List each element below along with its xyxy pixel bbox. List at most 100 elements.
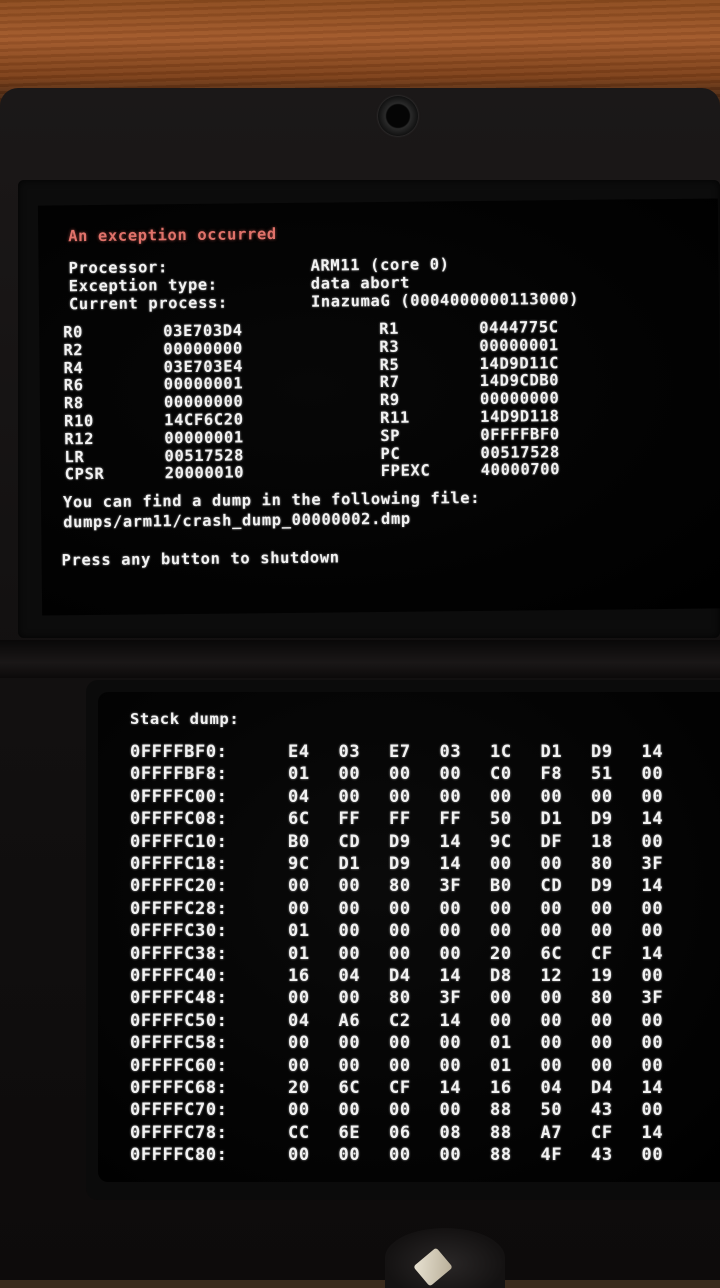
stack-byte: D4 (389, 966, 411, 986)
stack-byte: 00 (540, 898, 563, 919)
stack-byte: 14 (641, 1078, 664, 1098)
top-screen: An exception occurred Processor: ARM11 (c… (37, 198, 720, 616)
stack-byte: CF (591, 1122, 613, 1143)
stack-byte: 00 (490, 786, 512, 807)
stack-byte: 00 (338, 1145, 361, 1166)
stack-byte: D1 (540, 742, 563, 762)
register-name: R6 (63, 376, 84, 395)
stack-byte: D8 (490, 966, 512, 986)
register-name: R4 (63, 358, 84, 377)
stack-dump-row: 0FFFFC30: 01 00 00 00 00 00 00 00 (130, 921, 692, 941)
stack-byte: 00 (439, 1100, 462, 1121)
register-value: 0FFFFBF0 (480, 424, 560, 444)
stack-byte: 16 (288, 966, 310, 986)
register-name: PC (380, 444, 401, 463)
stack-byte: D9 (591, 809, 613, 830)
stack-byte: 00 (641, 1010, 664, 1031)
stack-byte: FF (389, 809, 411, 830)
stack-byte: DF (540, 831, 563, 852)
register-spacer (284, 445, 380, 464)
stack-byte: 00 (540, 1010, 563, 1031)
stack-byte: 43 (591, 1145, 613, 1166)
stack-byte: 14 (439, 831, 462, 852)
stack-address: 0FFFFBF0: (130, 742, 228, 762)
stack-byte: 3F (641, 988, 664, 1009)
stack-byte: 00 (338, 988, 361, 1009)
stack-dump-row: 0FFFFBF8: 01 00 00 00 C0 F8 51 00 (130, 764, 692, 784)
stack-address: 0FFFFC38: (130, 943, 228, 964)
stack-byte: 14 (439, 1010, 462, 1031)
register-value: 0444775C (479, 318, 559, 337)
stack-address: 0FFFFC30: (130, 921, 228, 942)
stack-dump-row: 0FFFFC80: 00 00 00 00 88 4F 43 00 (130, 1145, 692, 1165)
stack-byte: C0 (490, 764, 512, 785)
register-spacer (284, 427, 380, 446)
stack-byte: 14 (439, 966, 462, 986)
stack-dump-row: 0FFFFC20: 00 00 80 3F B0 CD D9 14 (130, 876, 692, 896)
stack-dump-row: 0FFFFC08: 6C FF FF FF 50 D1 D9 14 (130, 809, 692, 829)
stack-byte: 18 (591, 831, 613, 852)
stack-byte: 00 (490, 854, 512, 874)
stack-byte: 00 (641, 786, 664, 807)
stack-byte: CD (540, 876, 563, 897)
stack-byte: 14 (641, 876, 664, 897)
stack-byte: D1 (540, 809, 563, 830)
stack-byte: CD (338, 831, 361, 852)
stack-byte: C2 (389, 1010, 411, 1031)
register-value: 00000000 (163, 339, 243, 359)
stack-byte: 00 (288, 1033, 310, 1054)
stack-byte: 00 (439, 943, 462, 964)
register-value: 03E703D4 (163, 321, 243, 341)
stack-byte: D1 (338, 854, 361, 874)
stack-byte: 00 (641, 764, 664, 785)
dump-path: dumps/arm11/crash_dump_00000002.dmp (63, 509, 411, 532)
stack-byte: 14 (439, 854, 462, 874)
register-value: 00000001 (479, 335, 559, 355)
stack-byte: FF (338, 809, 361, 830)
stack-byte: 00 (641, 1145, 664, 1166)
stack-byte: 00 (439, 786, 462, 807)
stack-byte: 00 (288, 1145, 310, 1166)
stack-byte: 3F (641, 854, 664, 874)
stack-byte: 19 (591, 966, 613, 986)
stack-address: 0FFFFC18: (130, 854, 228, 874)
stack-byte: 80 (389, 876, 411, 897)
stack-byte: 00 (389, 1033, 411, 1054)
stack-dump-row: 0FFFFC40: 16 04 D4 14 D8 12 19 00 (130, 966, 692, 986)
stack-byte: 88 (490, 1100, 512, 1121)
stack-byte: 00 (540, 1055, 563, 1076)
stack-byte: 80 (389, 988, 411, 1009)
stack-address: 0FFFFC60: (130, 1055, 228, 1076)
stack-byte: 88 (490, 1145, 512, 1166)
register-name: R10 (64, 411, 95, 431)
register-spacer (284, 409, 380, 428)
stack-dump-row: 0FFFFC48: 00 00 80 3F 00 00 80 3F (130, 988, 692, 1008)
register-name: R5 (379, 355, 400, 374)
register-value: 00000001 (164, 428, 244, 448)
stack-byte: 00 (389, 921, 411, 942)
stack-byte: D4 (591, 1078, 613, 1098)
stack-byte: 00 (338, 1055, 361, 1076)
stack-byte: 00 (338, 1100, 361, 1121)
stack-dump-row: 0FFFFBF0: E4 03 E7 03 1C D1 D9 14 (130, 742, 692, 762)
exception-title: An exception occurred (68, 225, 277, 246)
stack-byte: E7 (389, 742, 411, 762)
stack-dump-title: Stack dump: (130, 710, 240, 728)
stack-byte: 00 (591, 1033, 613, 1054)
stack-dump-row: 0FFFFC78: CC 6E 06 08 88 A7 CF 14 (130, 1123, 692, 1143)
stack-byte: 00 (389, 898, 411, 919)
stack-byte: B0 (288, 831, 310, 852)
stack-byte: 14 (641, 1122, 664, 1143)
stack-byte: 00 (540, 921, 563, 942)
stack-address: 0FFFFC10: (130, 831, 228, 852)
stack-byte: 00 (338, 786, 361, 807)
stack-byte: 80 (591, 988, 613, 1009)
stack-dump-row: 0FFFFC18: 9C D1 D9 14 00 00 80 3F (130, 854, 692, 874)
stack-byte: 00 (389, 943, 411, 964)
stack-byte: 00 (641, 898, 664, 919)
info-value: ARM11 (core 0) (310, 255, 450, 275)
register-name: R1 (379, 319, 400, 339)
stack-byte: 01 (288, 943, 310, 964)
stack-byte: 01 (490, 1055, 512, 1076)
register-spacer (283, 338, 379, 357)
